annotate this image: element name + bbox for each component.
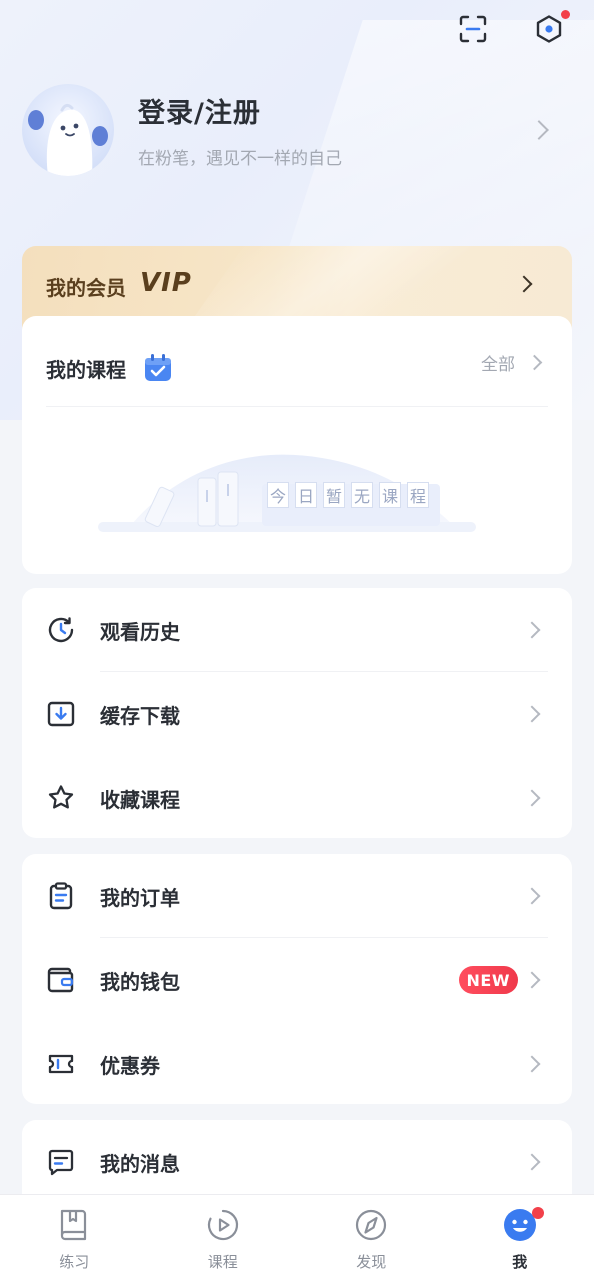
scan-icon[interactable] <box>458 14 488 44</box>
tab-me[interactable]: 我 <box>446 1195 594 1280</box>
wallet-icon <box>47 967 74 993</box>
vip-badge: VIP <box>140 268 192 298</box>
learning-menu-card: 观看历史 缓存下载 收藏课程 <box>22 588 572 838</box>
login-title: 登录/注册 <box>138 98 261 129</box>
avatar <box>22 84 114 176</box>
tab-practice[interactable]: 练习 <box>0 1195 149 1280</box>
bottom-tab-bar: 练习 课程 发现 我 <box>0 1194 594 1280</box>
empty-text-char: 暂 <box>323 482 345 508</box>
chevron-right-icon <box>523 705 541 723</box>
account-menu-card: 我的订单 我的钱包 NEW 优惠券 <box>22 854 572 1104</box>
chevron-right-icon <box>523 1153 541 1171</box>
profile-slogan: 在粉笔，遇见不一样的自己 <box>138 149 342 169</box>
compass-icon <box>356 1209 387 1241</box>
chevron-right-icon <box>523 971 541 989</box>
all-courses-label: 全部 <box>481 355 515 375</box>
menu-item-cache-download[interactable]: 缓存下载 <box>22 672 572 756</box>
tab-label: 练习 <box>59 1253 90 1271</box>
chevron-right-icon <box>515 275 533 293</box>
menu-item-coupons[interactable]: 优惠券 <box>22 1022 572 1106</box>
empty-text-char: 无 <box>351 482 373 508</box>
chevron-right-icon <box>523 887 541 905</box>
menu-label: 观看历史 <box>100 619 180 644</box>
star-icon <box>48 785 74 809</box>
chevron-right-icon <box>523 621 541 639</box>
top-actions <box>458 10 570 44</box>
login-register-entry[interactable]: 登录/注册 在粉笔，遇见不一样的自己 <box>22 82 572 178</box>
tab-courses[interactable]: 课程 <box>149 1195 298 1280</box>
menu-item-watch-history[interactable]: 观看历史 <box>22 588 572 672</box>
message-icon <box>48 1149 74 1176</box>
empty-text-char: 日 <box>295 482 317 508</box>
settings-icon[interactable] <box>534 10 570 44</box>
menu-item-my-messages[interactable]: 我的消息 <box>22 1120 572 1204</box>
my-courses-title: 我的课程 <box>46 357 126 382</box>
settings-notification-dot <box>561 10 570 19</box>
menu-label: 我的钱包 <box>100 969 180 994</box>
coupon-icon <box>48 1054 74 1074</box>
menu-item-my-orders[interactable]: 我的订单 <box>22 854 572 938</box>
my-courses-card: 我的课程 全部 今 日 暂 无 课 程 <box>22 316 572 574</box>
course-play-icon <box>207 1209 238 1241</box>
tab-label: 发现 <box>356 1253 387 1271</box>
chevron-right-icon <box>523 1055 541 1073</box>
chevron-right-icon <box>529 120 549 140</box>
new-badge: NEW <box>458 966 518 994</box>
menu-label: 优惠券 <box>100 1053 160 1078</box>
all-courses-link[interactable]: 全部 <box>481 350 543 375</box>
empty-text-char: 课 <box>379 482 401 508</box>
practice-icon <box>61 1209 87 1241</box>
menu-item-favorite-courses[interactable]: 收藏课程 <box>22 756 572 840</box>
tab-discover[interactable]: 发现 <box>297 1195 446 1280</box>
empty-text-char: 今 <box>267 482 289 508</box>
divider <box>46 406 548 407</box>
chevron-right-icon <box>523 789 541 807</box>
menu-label: 缓存下载 <box>100 703 180 728</box>
tab-label: 课程 <box>207 1253 238 1271</box>
order-icon <box>49 882 73 910</box>
calendar-check-icon <box>145 354 171 381</box>
vip-label: 我的会员 <box>46 276 126 300</box>
tab-label: 我 <box>512 1253 528 1271</box>
me-notification-dot <box>531 1207 544 1219</box>
menu-item-my-wallet[interactable]: 我的钱包 NEW <box>22 938 572 1022</box>
menu-label: 我的消息 <box>100 1151 180 1176</box>
download-icon <box>47 701 75 727</box>
history-icon <box>48 617 74 643</box>
chevron-right-icon <box>526 354 543 371</box>
empty-courses-text: 今 日 暂 无 课 程 <box>267 482 429 508</box>
empty-text-char: 程 <box>407 482 429 508</box>
menu-label: 收藏课程 <box>100 787 180 812</box>
menu-label: 我的订单 <box>100 885 180 910</box>
